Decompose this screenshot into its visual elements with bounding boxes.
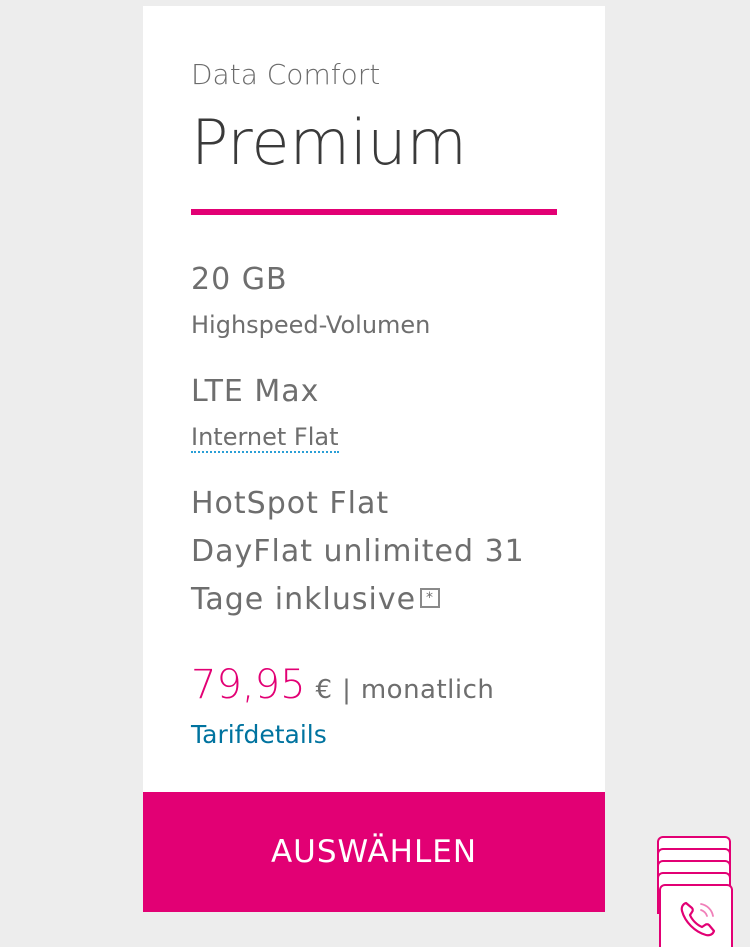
info-icon[interactable]: * [420,587,441,608]
tariff-card: Data Comfort Premium 20 GB Highspeed-Vol… [143,6,605,792]
contact-front-card[interactable] [659,884,733,947]
select-button[interactable]: AUSWÄHLEN [143,792,605,912]
price-currency: € [315,675,333,705]
extra-days-included-text: Tage inklusive [191,582,417,617]
data-volume-value: 20 GB [191,262,288,297]
extra-dayflat: DayFlat unlimited 31 [191,534,525,569]
internet-flat-link[interactable]: Internet Flat [191,423,339,453]
plan-title: Premium [191,106,467,179]
network-speed-value: LTE Max [191,374,320,409]
accent-divider [191,209,557,215]
internet-flat-link-text[interactable]: Internet Flat [191,423,339,453]
phone-icon [680,901,716,937]
tariff-details-link[interactable]: Tarifdetails [191,720,327,749]
contact-widget[interactable] [657,836,733,947]
data-volume-label: Highspeed-Volumen [191,311,431,339]
price-line: 79,95 € | monatlich [191,662,494,708]
extra-hotspot-flat: HotSpot Flat [191,486,390,521]
price-separator: | [342,675,351,705]
price-period: monatlich [360,675,495,705]
price-value: 79,95 [191,662,306,708]
extra-days-included: Tage inklusive * [191,582,441,617]
plan-subtitle: Data Comfort [191,58,381,91]
